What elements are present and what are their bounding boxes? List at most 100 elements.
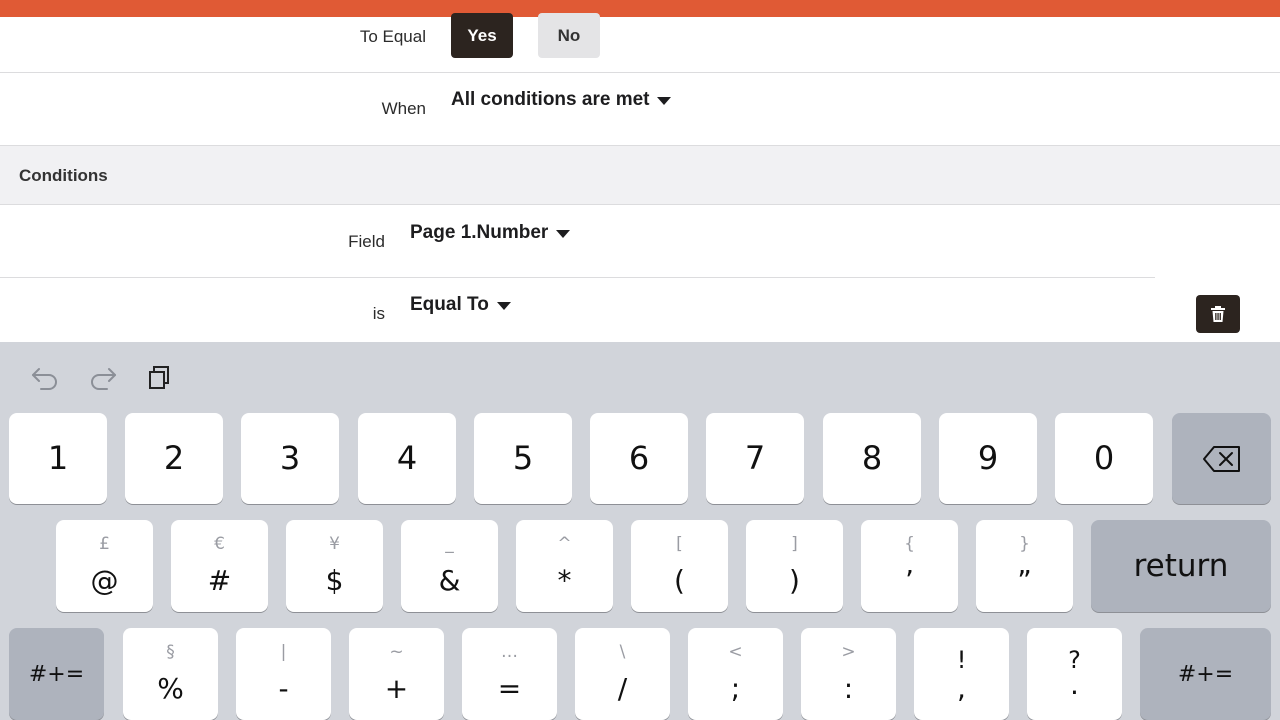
paste-icon[interactable]: [145, 362, 175, 392]
field-row: Field Page 1.Number: [0, 206, 1280, 276]
key-label: 3: [279, 439, 301, 477]
key-alt-label: ]: [791, 534, 798, 554]
when-dropdown[interactable]: All conditions are met: [451, 89, 672, 111]
key-label: 5: [512, 439, 534, 477]
key-alt-label: |: [280, 642, 287, 662]
return-key[interactable]: return: [1091, 520, 1271, 612]
key-semicolon[interactable]: < ;: [688, 628, 783, 720]
key-alt-label: …: [501, 642, 518, 662]
symbols-toggle-key-left[interactable]: #+=: [9, 628, 104, 720]
caret-down-icon: [496, 302, 511, 310]
key-quote[interactable]: } ”: [976, 520, 1073, 612]
key-4[interactable]: 4: [358, 413, 456, 504]
key-percent[interactable]: § %: [123, 628, 218, 720]
when-row: When All conditions are met: [0, 73, 1280, 145]
key-label: ”: [1017, 564, 1032, 597]
symbols-toggle-key-right[interactable]: #+=: [1140, 628, 1271, 720]
key-comma[interactable]: ! ,: [914, 628, 1009, 720]
key-2[interactable]: 2: [125, 413, 223, 504]
backspace-icon: [1203, 446, 1240, 472]
app-screen: To Equal Yes No When All conditions are …: [0, 0, 1280, 720]
key-label: :: [843, 672, 854, 705]
conditions-heading: Conditions: [19, 166, 108, 185]
is-label: is: [372, 304, 385, 323]
key-alt-label: !: [956, 646, 967, 674]
key-equals[interactable]: … =: [462, 628, 557, 720]
field-value: Page 1.Number: [410, 222, 549, 243]
key-3[interactable]: 3: [241, 413, 339, 504]
delete-key[interactable]: [1172, 413, 1271, 504]
redo-icon[interactable]: [88, 362, 118, 392]
key-dollar[interactable]: ¥ $: [286, 520, 383, 612]
yes-button[interactable]: Yes: [451, 13, 513, 58]
key-alt-label: ^: [557, 534, 572, 554]
symbols-toggle-label: #+=: [28, 661, 85, 687]
key-open-paren[interactable]: [ (: [631, 520, 728, 612]
key-label: 0: [1093, 439, 1115, 477]
key-alt-label: [: [676, 534, 683, 554]
key-at[interactable]: £ @: [56, 520, 153, 612]
when-label: When: [381, 99, 426, 118]
key-colon[interactable]: > :: [801, 628, 896, 720]
no-button[interactable]: No: [538, 13, 600, 58]
symbols-toggle-label: #+=: [1177, 661, 1234, 687]
field-dropdown[interactable]: Page 1.Number: [410, 222, 571, 244]
key-label: 2: [163, 439, 185, 477]
key-alt-label: {: [904, 534, 915, 554]
trash-icon: [1211, 306, 1225, 322]
key-9[interactable]: 9: [939, 413, 1037, 504]
key-label: 8: [861, 439, 883, 477]
key-7[interactable]: 7: [706, 413, 804, 504]
key-label: .: [1070, 668, 1079, 701]
key-slash[interactable]: \ /: [575, 628, 670, 720]
is-row: is Equal To: [0, 278, 1280, 342]
caret-down-icon: [657, 97, 672, 105]
key-label: 6: [628, 439, 650, 477]
key-label: ): [789, 564, 800, 597]
is-value: Equal To: [410, 294, 489, 315]
caret-down-icon: [556, 230, 571, 238]
key-hyphen[interactable]: | -: [236, 628, 331, 720]
key-label: (: [674, 564, 685, 597]
key-period[interactable]: ? .: [1027, 628, 1122, 720]
key-apostrophe[interactable]: { ’: [861, 520, 958, 612]
key-label: -: [278, 672, 289, 705]
to-equal-label: To Equal: [359, 27, 426, 46]
conditions-section-header: Conditions: [0, 145, 1280, 205]
key-label: 7: [744, 439, 766, 477]
key-label: @: [90, 564, 119, 597]
key-label: 4: [396, 439, 418, 477]
key-plus[interactable]: ~ +: [349, 628, 444, 720]
key-6[interactable]: 6: [590, 413, 688, 504]
key-label: +: [384, 672, 409, 705]
key-label: %: [157, 672, 184, 705]
key-label: =: [497, 672, 522, 705]
delete-condition-button[interactable]: [1196, 295, 1240, 333]
key-label: /: [617, 672, 628, 705]
key-label: #: [207, 564, 232, 597]
key-alt-label: ¥: [329, 534, 340, 554]
key-label: ’: [905, 564, 914, 597]
key-alt-label: >: [841, 642, 856, 662]
undo-icon[interactable]: [30, 362, 60, 392]
key-ampersand[interactable]: _ &: [401, 520, 498, 612]
field-label: Field: [348, 232, 385, 251]
key-alt-label: §: [166, 642, 175, 662]
key-label: &: [438, 564, 461, 597]
key-close-paren[interactable]: ] ): [746, 520, 843, 612]
key-5[interactable]: 5: [474, 413, 572, 504]
key-1[interactable]: 1: [9, 413, 107, 504]
key-label: ;: [730, 672, 741, 705]
key-alt-label: }: [1019, 534, 1030, 554]
key-0[interactable]: 0: [1055, 413, 1153, 504]
return-label: return: [1133, 548, 1229, 584]
is-dropdown[interactable]: Equal To: [410, 294, 511, 316]
when-value: All conditions are met: [451, 89, 650, 110]
key-alt-label: \: [619, 642, 626, 662]
key-hash[interactable]: € #: [171, 520, 268, 612]
key-alt-label: €: [214, 534, 225, 554]
key-label: ,: [957, 672, 966, 705]
key-asterisk[interactable]: ^ *: [516, 520, 613, 612]
key-8[interactable]: 8: [823, 413, 921, 504]
top-bar: [0, 0, 1280, 17]
